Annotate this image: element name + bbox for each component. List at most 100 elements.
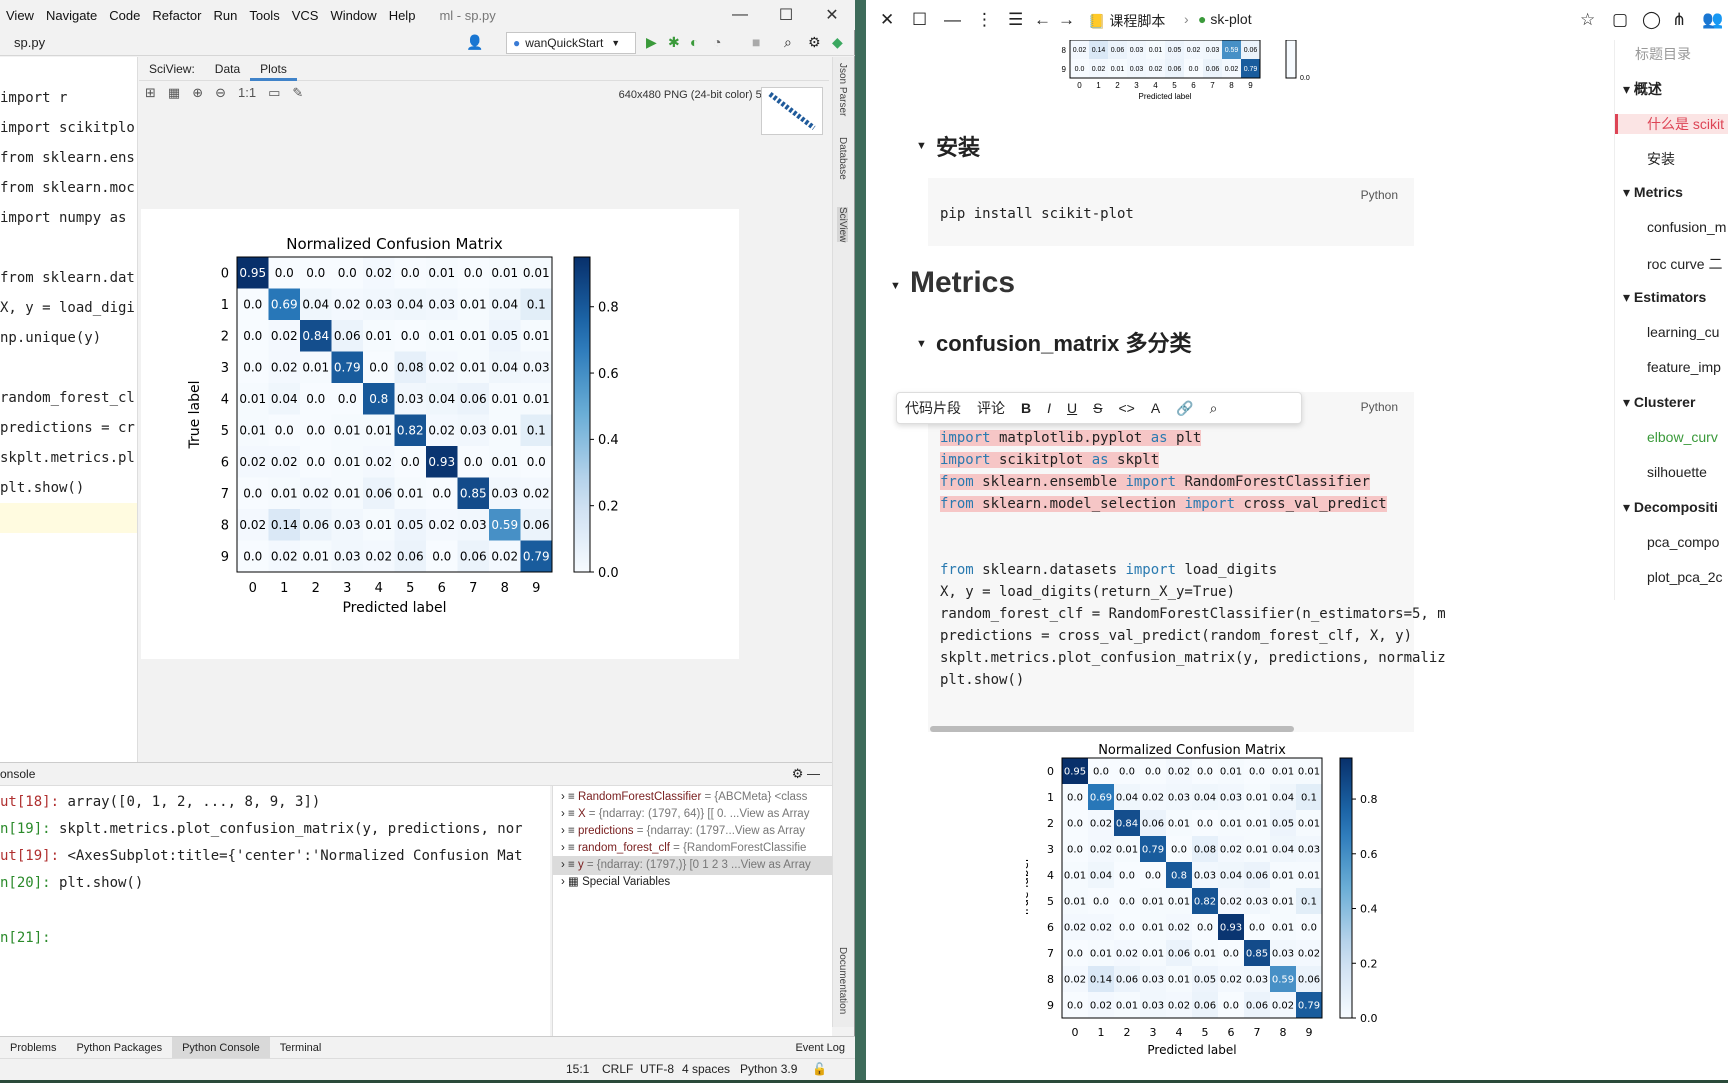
tab-plots[interactable]: Plots [250,57,297,81]
toc-item[interactable]: feature_imp [1647,359,1721,375]
toc-item[interactable]: 什么是 scikit [1615,114,1728,134]
toc-item[interactable]: ▾ 概述 [1623,79,1662,99]
menu-view[interactable]: View [0,8,40,23]
tab-python-console[interactable]: Python Console [172,1036,270,1059]
python-console[interactable]: ut[18]: array([0, 1, 2, ..., 8, 9, 3]) n… [0,786,550,1036]
tab-data[interactable]: Data [205,62,250,76]
color-picker-icon[interactable]: ✎ [292,85,303,101]
encoding[interactable]: UTF-8 [640,1062,674,1076]
code-lang[interactable]: Python [1361,188,1398,202]
collapse-icon[interactable]: ▼ [916,338,927,350]
menu-code[interactable]: Code [103,8,146,23]
editor-line[interactable]: import r [0,83,67,113]
toc-item[interactable]: plot_pca_2c [1647,569,1723,585]
italic-button[interactable]: I [1039,400,1059,416]
tab-python-packages[interactable]: Python Packages [66,1037,172,1059]
forward-icon[interactable]: → [1058,10,1075,30]
stop-icon[interactable]: ■ [752,34,760,50]
tab-problems[interactable]: Problems [0,1037,66,1059]
interpreter[interactable]: Python 3.9 [740,1062,797,1076]
window-icon[interactable]: ☐ [912,10,927,30]
minimize-icon[interactable]: — [717,0,763,30]
chat-icon[interactable]: ◯ [1642,10,1661,30]
maximize-icon[interactable]: ☐ [763,0,809,30]
editor-line[interactable]: plt.show() [0,473,84,503]
menu-refactor[interactable]: Refactor [146,8,207,23]
font-color-button[interactable]: A [1143,400,1168,416]
editor-line[interactable]: np.unique(y) [0,323,101,353]
menu-icon[interactable]: ☰ [1008,10,1023,30]
documentation-tab[interactable]: Documentation [837,947,848,1014]
code-block-install[interactable]: Python pip install scikit-plot [928,178,1414,246]
database-tab[interactable]: Database [837,137,848,180]
horizontal-scrollbar[interactable] [930,726,1294,732]
collapse-icon[interactable]: ▼ [916,140,927,152]
inline-code-button[interactable]: <> [1110,400,1142,416]
toc-item[interactable]: roc curve 二 [1647,254,1722,274]
plot-thumbnail[interactable] [761,87,823,135]
console-tab[interactable]: onsole [0,767,35,781]
fit-window-icon[interactable]: ▭ [268,85,280,101]
cursor-position[interactable]: 15:1 [566,1062,589,1076]
gear-icon[interactable]: ⚙ [808,34,821,51]
back-icon[interactable]: ← [1034,10,1051,30]
sciview-tab[interactable]: SciView [837,207,848,243]
search-icon[interactable]: ⌕ [784,34,792,51]
toc-item[interactable]: silhouette [1647,464,1707,480]
strikethrough-button[interactable]: S [1085,400,1110,416]
menu-tools[interactable]: Tools [243,8,285,23]
json-parser-tab[interactable]: Json Parser [837,63,848,116]
actual-size-icon[interactable]: 1:1 [238,85,256,101]
toc-item[interactable]: ▾ Metrics [1623,184,1683,201]
more-icon[interactable]: ⋮ [976,10,993,30]
code-snippet-button[interactable]: 代码片段 [897,398,969,418]
run-icon[interactable]: ▶ [646,34,657,51]
editor-line[interactable]: from sklearn.moc [0,173,135,203]
underline-button[interactable]: U [1059,400,1085,416]
collapse-icon[interactable]: ▼ [890,280,901,292]
variable-row[interactable]: › ▦ Special Variables [561,873,670,892]
zoom-in-icon[interactable]: ⊕ [192,85,203,101]
breadcrumb-folder[interactable]: 📒 课程脚本 [1088,11,1165,31]
user-icon[interactable]: 👤 [466,34,483,51]
indent[interactable]: 4 spaces [682,1062,730,1076]
toc-item[interactable]: pca_compo [1647,534,1719,550]
menu-window[interactable]: Window [324,8,382,23]
editor-line[interactable]: predictions = cr [0,413,135,443]
debug-icon[interactable]: ✱ [668,34,680,51]
link-icon[interactable]: 🔗 [1168,400,1201,417]
fit-icon[interactable]: ⊞ [145,85,156,101]
lock-icon[interactable]: 🔓 [812,1062,827,1076]
menu-run[interactable]: Run [207,8,243,23]
comment-button[interactable]: 评论 [969,398,1013,418]
editor-line[interactable]: import scikitplo [0,113,135,143]
editor-line[interactable]: from sklearn.ens [0,143,135,173]
users-icon[interactable]: 👥 [1702,10,1723,30]
menu-vcs[interactable]: VCS [286,8,325,23]
file-tab[interactable]: sp.py [14,35,45,50]
code-editor[interactable]: import r import scikitplo from sklearn.e… [0,57,138,762]
search-icon[interactable]: ⌕ [1202,400,1226,417]
line-endings[interactable]: CRLF [602,1062,633,1076]
breadcrumb-page[interactable]: ● sk-plot [1198,11,1252,27]
event-log-button[interactable]: Event Log [785,1037,855,1059]
star-icon[interactable]: ☆ [1580,10,1595,30]
close-icon[interactable]: ✕ [809,0,855,30]
toc-item[interactable]: ▾ Estimators [1623,289,1706,306]
toc-item[interactable]: 安装 [1647,149,1675,169]
code-block-cm[interactable]: Python import matplotlib.pyplot as plt i… [928,392,1446,732]
code-lang[interactable]: Python [1361,400,1398,414]
editor-line[interactable]: skplt.metrics.pl [0,443,135,473]
editor-line[interactable]: import numpy as [0,203,126,233]
comment-icon[interactable]: ▢ [1612,10,1628,30]
gear-icon[interactable]: ⚙ — [792,766,820,782]
plugin-icon[interactable]: ◆ [832,34,843,51]
run-config-select[interactable]: ● wanQuickStart ▼ [506,32,636,54]
toc-item[interactable]: ▾ Decompositi [1623,499,1718,516]
bold-button[interactable]: B [1013,400,1039,416]
tab-terminal[interactable]: Terminal [270,1037,332,1059]
editor-line[interactable]: X, y = load_digi [0,293,135,323]
toc-item[interactable]: elbow_curv [1647,429,1718,445]
menu-navigate[interactable]: Navigate [40,8,103,23]
coverage-icon[interactable]: ◐ [690,34,698,50]
